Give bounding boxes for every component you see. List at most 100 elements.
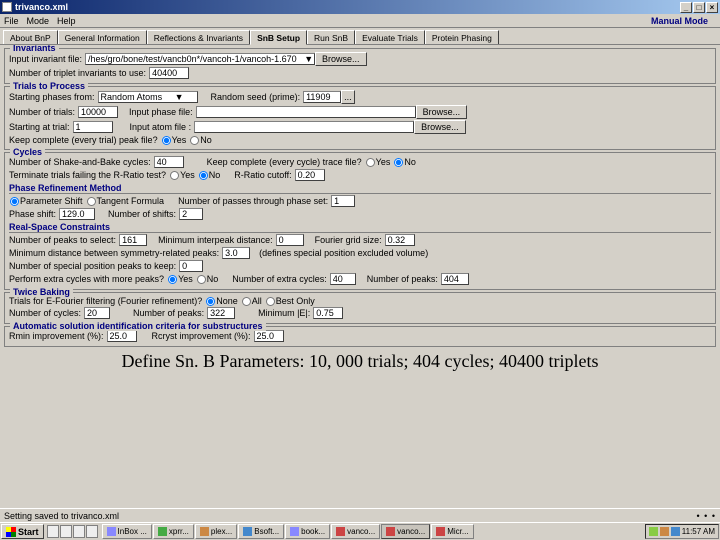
- snb-cycles-input[interactable]: [154, 156, 184, 168]
- rratio-cutoff-input[interactable]: [295, 169, 325, 181]
- tab-snb-setup[interactable]: SnB Setup: [250, 30, 307, 45]
- tb-num-cycles-input[interactable]: [84, 307, 110, 319]
- tab-protein[interactable]: Protein Phasing: [425, 30, 499, 44]
- min-e-input[interactable]: [313, 307, 343, 319]
- min-sym-dist-label: Minimum distance between symmetry-relate…: [9, 248, 219, 258]
- quick-launch-icon[interactable]: [86, 525, 98, 538]
- keep-peak-file-label: Keep complete (every trial) peak file?: [9, 135, 158, 145]
- min-e-label: Minimum |E|:: [258, 308, 310, 318]
- browse-button[interactable]: Browse...: [315, 52, 367, 66]
- start-button[interactable]: Start: [1, 524, 44, 539]
- extra-cycles-label: Perform extra cycles with more peaks?: [9, 274, 164, 284]
- ef-none-radio[interactable]: [206, 297, 215, 306]
- tab-evaluate[interactable]: Evaluate Trials: [355, 30, 425, 44]
- quick-launch-icon[interactable]: [73, 525, 85, 538]
- status-dots: • • •: [697, 511, 716, 521]
- taskbar-button[interactable]: book...: [285, 524, 330, 539]
- tab-general[interactable]: General Information: [58, 30, 147, 44]
- min-sym-dist-input[interactable]: [222, 247, 250, 259]
- triplet-count-input[interactable]: [149, 67, 189, 79]
- min-interpeak-input[interactable]: [276, 234, 304, 246]
- keep-trace-yes-radio[interactable]: [366, 158, 375, 167]
- extra-yes-radio[interactable]: [168, 275, 177, 284]
- menu-bar: File Mode Help Manual Mode: [0, 14, 720, 28]
- windows-logo-icon: [6, 527, 16, 537]
- tangent-formula-radio[interactable]: [87, 197, 96, 206]
- section-trials: Trials to Process Starting phases from: …: [4, 86, 716, 150]
- terminate-rratio-label: Terminate trials failing the R-Ratio tes…: [9, 170, 166, 180]
- num-peaks-extra-label: Number of peaks:: [367, 274, 438, 284]
- phase-shift-input[interactable]: [59, 208, 95, 220]
- app-icon: [2, 2, 12, 12]
- min-interpeak-label: Minimum interpeak distance:: [158, 235, 273, 245]
- tb-num-peaks-input[interactable]: [207, 307, 235, 319]
- keep-trace-no-radio[interactable]: [394, 158, 403, 167]
- num-peaks-input[interactable]: [119, 234, 147, 246]
- phase-shift-label: Phase shift:: [9, 209, 56, 219]
- keep-peak-yes-radio[interactable]: [162, 136, 171, 145]
- invariant-file-input[interactable]: [85, 53, 315, 65]
- quick-launch-icon[interactable]: [60, 525, 72, 538]
- taskbar-button[interactable]: Micr...: [431, 524, 473, 539]
- random-seed-input[interactable]: [303, 91, 341, 103]
- random-seed-label: Random seed (prime):: [211, 92, 301, 102]
- close-button[interactable]: ×: [706, 2, 718, 13]
- taskbar-button[interactable]: Bsoft...: [238, 524, 284, 539]
- rmin-improvement-input[interactable]: [107, 330, 137, 342]
- num-passes-label: Number of passes through phase set:: [178, 196, 328, 206]
- browse-button[interactable]: Browse...: [416, 105, 468, 119]
- input-phase-file-input[interactable]: [196, 106, 416, 118]
- taskbar-button[interactable]: vanco...: [331, 524, 380, 539]
- quick-launch-icon[interactable]: [47, 525, 59, 538]
- browse-button[interactable]: Browse...: [414, 120, 466, 134]
- status-bar: Setting saved to trivanco.xml • • •: [0, 508, 720, 522]
- content-area: Invariants Input invariant file: Browse.…: [0, 45, 720, 485]
- start-at-trial-input[interactable]: [73, 121, 113, 133]
- num-peaks-extra-input[interactable]: [441, 273, 469, 285]
- fourier-grid-input[interactable]: [385, 234, 415, 246]
- parameter-shift-radio[interactable]: [10, 197, 19, 206]
- section-title: Automatic solution identification criter…: [10, 321, 266, 331]
- input-atom-file-input[interactable]: [194, 121, 414, 133]
- menu-file[interactable]: File: [4, 16, 19, 26]
- extra-no-radio[interactable]: [197, 275, 206, 284]
- menu-help[interactable]: Help: [57, 16, 76, 26]
- terminate-yes-radio[interactable]: [170, 171, 179, 180]
- status-text: Setting saved to trivanco.xml: [4, 511, 119, 521]
- seed-picker-button[interactable]: ...: [341, 90, 355, 104]
- tab-run-snb[interactable]: Run SnB: [307, 30, 355, 44]
- starting-phases-label: Starting phases from:: [9, 92, 95, 102]
- taskbar-button[interactable]: xprr...: [153, 524, 194, 539]
- minimize-button[interactable]: _: [680, 2, 692, 13]
- tab-reflections[interactable]: Reflections & Invariants: [147, 30, 250, 44]
- taskbar-button[interactable]: InBox ...: [102, 524, 152, 539]
- tray-icon[interactable]: [671, 527, 680, 536]
- maximize-button[interactable]: □: [693, 2, 705, 13]
- tray-icon[interactable]: [660, 527, 669, 536]
- num-peaks-label: Number of peaks to select:: [9, 235, 116, 245]
- keep-peak-no-radio[interactable]: [190, 136, 199, 145]
- num-special-peaks-input[interactable]: [179, 260, 203, 272]
- tab-about[interactable]: About BnP: [3, 30, 58, 44]
- taskbar-button[interactable]: plex...: [195, 524, 237, 539]
- num-shifts-label: Number of shifts:: [108, 209, 176, 219]
- tray-icon[interactable]: [649, 527, 658, 536]
- section-auto-solution: Automatic solution identification criter…: [4, 326, 716, 347]
- num-shifts-input[interactable]: [179, 208, 203, 220]
- num-passes-input[interactable]: [331, 195, 355, 207]
- rcryst-improvement-input[interactable]: [254, 330, 284, 342]
- num-extra-cycles-input[interactable]: [330, 273, 356, 285]
- rratio-cutoff-label: R-Ratio cutoff:: [234, 170, 291, 180]
- input-atom-file-label: Input atom file :: [130, 122, 192, 132]
- ef-best-radio[interactable]: [266, 297, 275, 306]
- menu-mode[interactable]: Mode: [27, 16, 50, 26]
- ef-all-radio[interactable]: [242, 297, 251, 306]
- num-trials-label: Number of trials:: [9, 107, 75, 117]
- special-pos-note: (defines special position excluded volum…: [259, 248, 428, 258]
- terminate-no-radio[interactable]: [199, 171, 208, 180]
- taskbar-button[interactable]: vanco...: [381, 524, 430, 539]
- starting-phases-select[interactable]: [98, 91, 198, 103]
- num-trials-input[interactable]: [78, 106, 118, 118]
- section-twice-baking: Twice Baking Trials for E-Fourier filter…: [4, 292, 716, 324]
- input-phase-file-label: Input phase file:: [129, 107, 193, 117]
